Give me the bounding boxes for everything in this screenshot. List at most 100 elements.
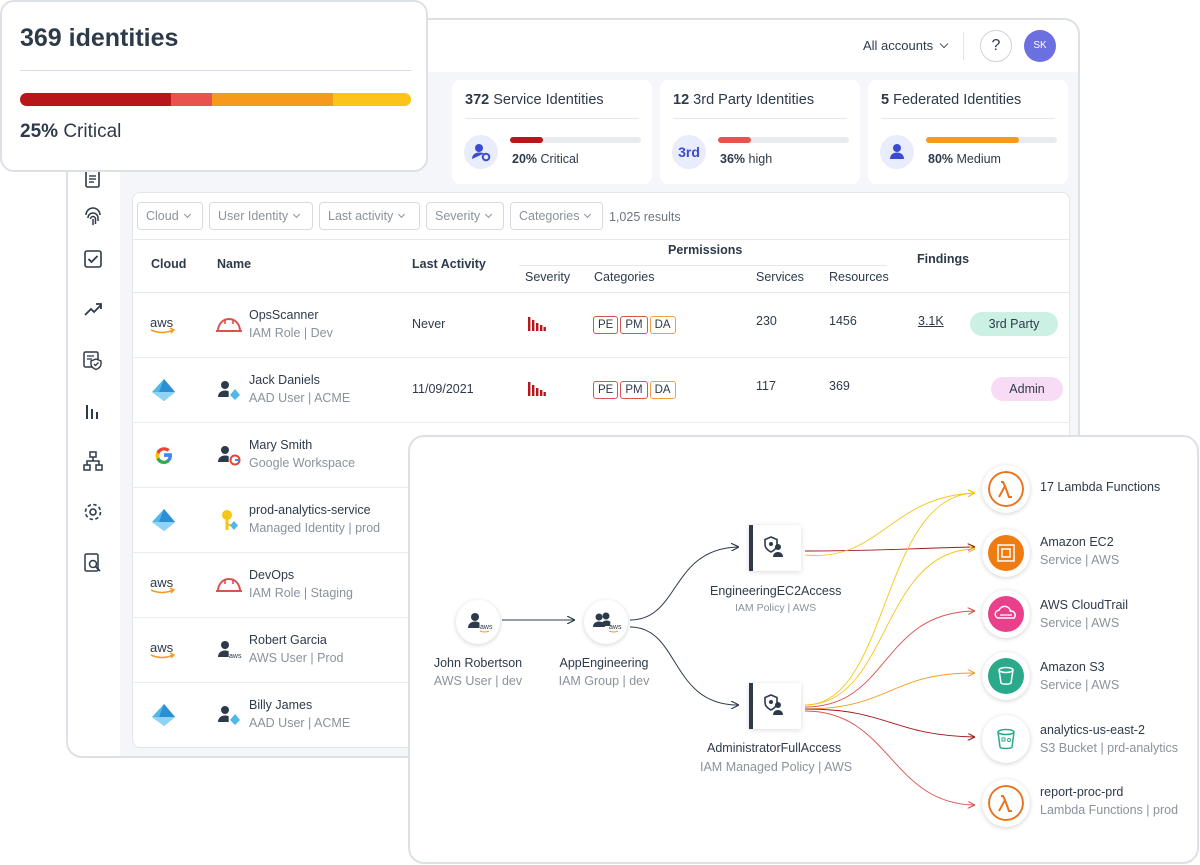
results-count: 1,025 results	[609, 210, 681, 224]
lambda-node[interactable]	[982, 465, 1030, 513]
col-severity[interactable]: Severity	[525, 270, 570, 284]
resource-sub: S3 Bucket | prd-analytics	[1040, 741, 1179, 755]
col-name[interactable]: Name	[217, 257, 251, 271]
identity-type: IAM Role | Staging	[249, 586, 353, 600]
resource-sub: Service | AWS	[1040, 678, 1120, 692]
admin-badge: Admin	[991, 377, 1063, 401]
critical-summary-card: 369 identities 25% Critical	[0, 0, 428, 172]
hierarchy-icon[interactable]	[82, 450, 104, 472]
chevron-down-icon	[293, 210, 301, 219]
category-tag[interactable]: DA	[649, 381, 676, 399]
aws-logo-icon: aws	[147, 313, 181, 337]
divider	[963, 32, 964, 60]
trend-up-icon[interactable]	[82, 298, 104, 320]
iam-role-icon	[215, 573, 243, 597]
aad-user-icon	[215, 378, 243, 402]
filter-severity[interactable]: Severity	[426, 202, 504, 230]
svg-text:aws: aws	[150, 575, 174, 590]
group-node-label: AppEngineering	[559, 656, 649, 670]
chevron-down-icon	[584, 210, 592, 219]
col-services[interactable]: Services	[756, 270, 804, 284]
severity-bar-fill	[926, 137, 1019, 143]
policy-icon	[764, 536, 783, 557]
shield-list-icon[interactable]	[82, 349, 104, 371]
accounts-label: All accounts	[863, 38, 934, 53]
gear-icon[interactable]	[82, 501, 104, 523]
filter-user-identity[interactable]: User Identity	[209, 202, 313, 230]
col-findings[interactable]: Findings	[917, 252, 969, 266]
card-third-party-identities[interactable]: 12 3rd Party Identities 3rd 36% high	[660, 80, 860, 184]
category-tag[interactable]: PE	[593, 381, 619, 399]
card-percent: 80% Medium	[928, 152, 1001, 166]
category-tag[interactable]: PM	[620, 381, 648, 399]
svg-text:aws: aws	[150, 640, 174, 655]
critical-percent: 25% Critical	[20, 121, 122, 142]
aws-user-node[interactable]: aws	[456, 600, 500, 644]
identity-name[interactable]: prod-analytics-service	[249, 503, 371, 517]
identity-type: Managed Identity | prod	[249, 521, 381, 535]
help-button[interactable]: ?	[980, 30, 1012, 62]
card-service-identities[interactable]: 372 Service Identities 20% Critical	[452, 80, 652, 184]
fingerprint-icon[interactable]	[82, 206, 104, 228]
card-title: 372 Service Identities	[465, 92, 604, 108]
severity-bar	[510, 137, 641, 143]
table-row[interactable]: aws OpsScanner IAM Role | Dev Never PE PM DA 23…	[133, 293, 1069, 358]
svg-text:aws: aws	[150, 315, 174, 330]
resource-label: report-proc-prd	[1040, 785, 1124, 799]
identity-type: AAD User | ACME	[249, 391, 351, 405]
table-row[interactable]: Jack Daniels AAD User | ACME 11/09/2021 PE P…	[133, 358, 1069, 423]
identity-name[interactable]: OpsScanner	[249, 308, 318, 322]
checkbox-icon[interactable]	[82, 248, 104, 270]
bar-chart-icon[interactable]	[82, 400, 104, 422]
identity-name[interactable]: Mary Smith	[249, 438, 312, 452]
category-tag[interactable]: PE	[593, 316, 619, 334]
severity-distribution-bar	[20, 93, 411, 106]
filter-cloud[interactable]: Cloud	[137, 202, 203, 230]
policy-admin-label: AdministratorFullAccess	[707, 741, 842, 755]
aws-user-icon: aws	[468, 613, 493, 633]
identity-name[interactable]: Robert Garcia	[249, 633, 327, 647]
bucket-node[interactable]	[982, 715, 1030, 763]
severity-bar	[718, 137, 849, 143]
col-resources[interactable]: Resources	[829, 270, 889, 284]
category-tag[interactable]: DA	[649, 316, 676, 334]
resource-label: AWS CloudTrail	[1040, 598, 1128, 612]
resource-label: Amazon S3	[1040, 660, 1105, 674]
resources-count: 369	[829, 379, 850, 393]
ec2-node[interactable]	[982, 529, 1030, 577]
card-title: 12 3rd Party Identities	[673, 92, 815, 108]
policy-node-ec2[interactable]	[749, 525, 801, 571]
identity-name[interactable]: Billy James	[249, 698, 312, 712]
col-last-activity[interactable]: Last Activity	[412, 257, 486, 271]
identity-count: 369 identities	[20, 24, 179, 52]
card-federated-identities[interactable]: 5 Federated Identities 80% Medium	[868, 80, 1068, 184]
category-tag[interactable]: PM	[620, 316, 648, 334]
identity-name[interactable]: Jack Daniels	[249, 373, 320, 387]
bucket-icon	[997, 728, 1015, 750]
s3-node[interactable]	[982, 652, 1030, 700]
identity-type: Google Workspace	[249, 456, 356, 470]
lambda-node[interactable]	[982, 779, 1030, 827]
severity-segment	[211, 93, 333, 106]
filter-categories[interactable]: Categories	[510, 202, 603, 230]
divider	[519, 265, 887, 266]
lambda-icon	[988, 785, 1024, 821]
policy-node-admin[interactable]	[749, 683, 801, 729]
findings-link[interactable]: 3.1K	[918, 314, 944, 328]
accounts-dropdown[interactable]: All accounts	[863, 38, 949, 53]
google-user-icon	[215, 443, 243, 467]
card-title: 5 Federated Identities	[881, 92, 1022, 108]
severity-bars-icon	[528, 382, 546, 396]
identity-name[interactable]: DevOps	[249, 568, 294, 582]
resource-sub: Lambda Functions | prod	[1040, 803, 1179, 817]
search-report-icon[interactable]	[82, 552, 104, 574]
cloudtrail-node[interactable]	[982, 590, 1030, 638]
avatar[interactable]: SK	[1024, 30, 1056, 62]
iam-role-icon	[215, 313, 243, 337]
aws-user-icon: aws	[215, 638, 243, 662]
filter-last-activity[interactable]: Last activity	[319, 202, 420, 230]
col-cloud[interactable]: Cloud	[151, 257, 186, 271]
col-categories[interactable]: Categories	[594, 270, 654, 284]
iam-group-node[interactable]: aws	[584, 600, 628, 644]
third-party-badge: 3rd Party	[970, 312, 1058, 336]
